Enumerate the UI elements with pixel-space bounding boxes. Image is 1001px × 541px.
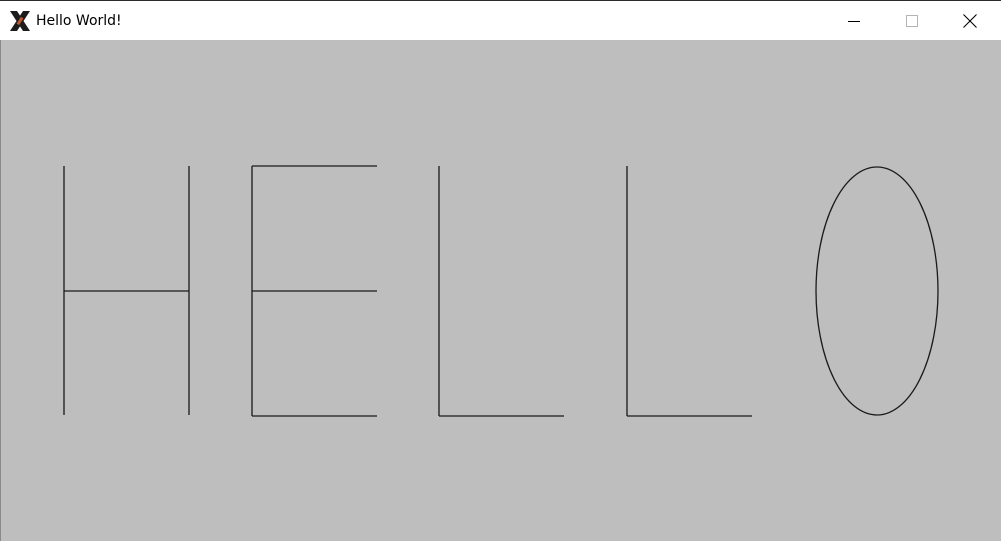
app-window: Hello World!: [0, 0, 1001, 541]
minimize-button[interactable]: [825, 1, 883, 40]
letter-l-shape-1: [438, 166, 564, 417]
close-icon: [963, 13, 977, 28]
letter-e-shape: [251, 165, 377, 417]
drawing-area[interactable]: [0, 40, 1001, 541]
maximize-button[interactable]: [883, 1, 941, 40]
window-title: Hello World!: [36, 13, 122, 29]
maximize-icon: [906, 14, 918, 27]
title-bar[interactable]: Hello World!: [0, 1, 1001, 40]
close-button[interactable]: [941, 1, 999, 40]
minimize-icon: [848, 20, 860, 22]
letter-o-shape: [815, 166, 939, 416]
x11-logo-icon[interactable]: [9, 10, 31, 32]
letter-h-shape: [63, 166, 190, 415]
letter-l-shape-2: [626, 166, 752, 417]
hello-drawing: [63, 165, 939, 417]
